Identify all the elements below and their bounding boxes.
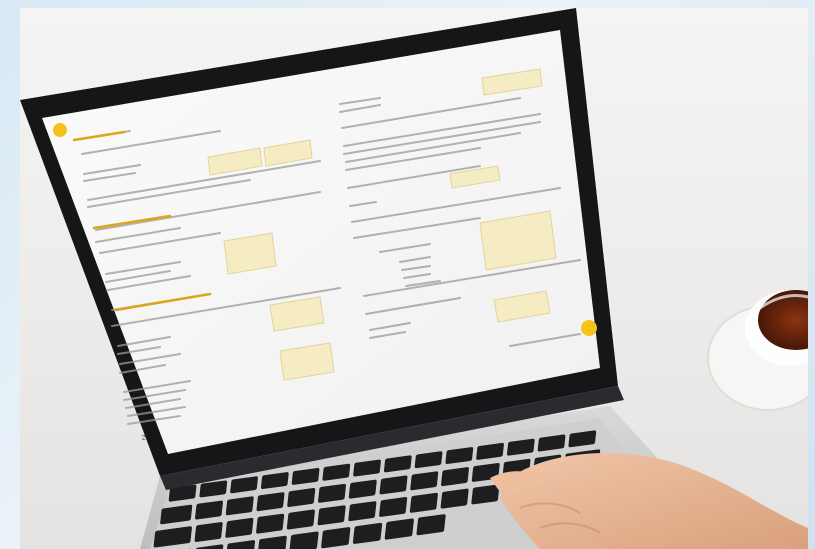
photo-scene: 2 [20, 8, 808, 549]
hand [490, 452, 808, 549]
left-page-badge [53, 123, 67, 137]
right-page-badge [581, 320, 597, 336]
tea-cup [707, 290, 808, 411]
laptop-scene: 2 [20, 8, 808, 549]
